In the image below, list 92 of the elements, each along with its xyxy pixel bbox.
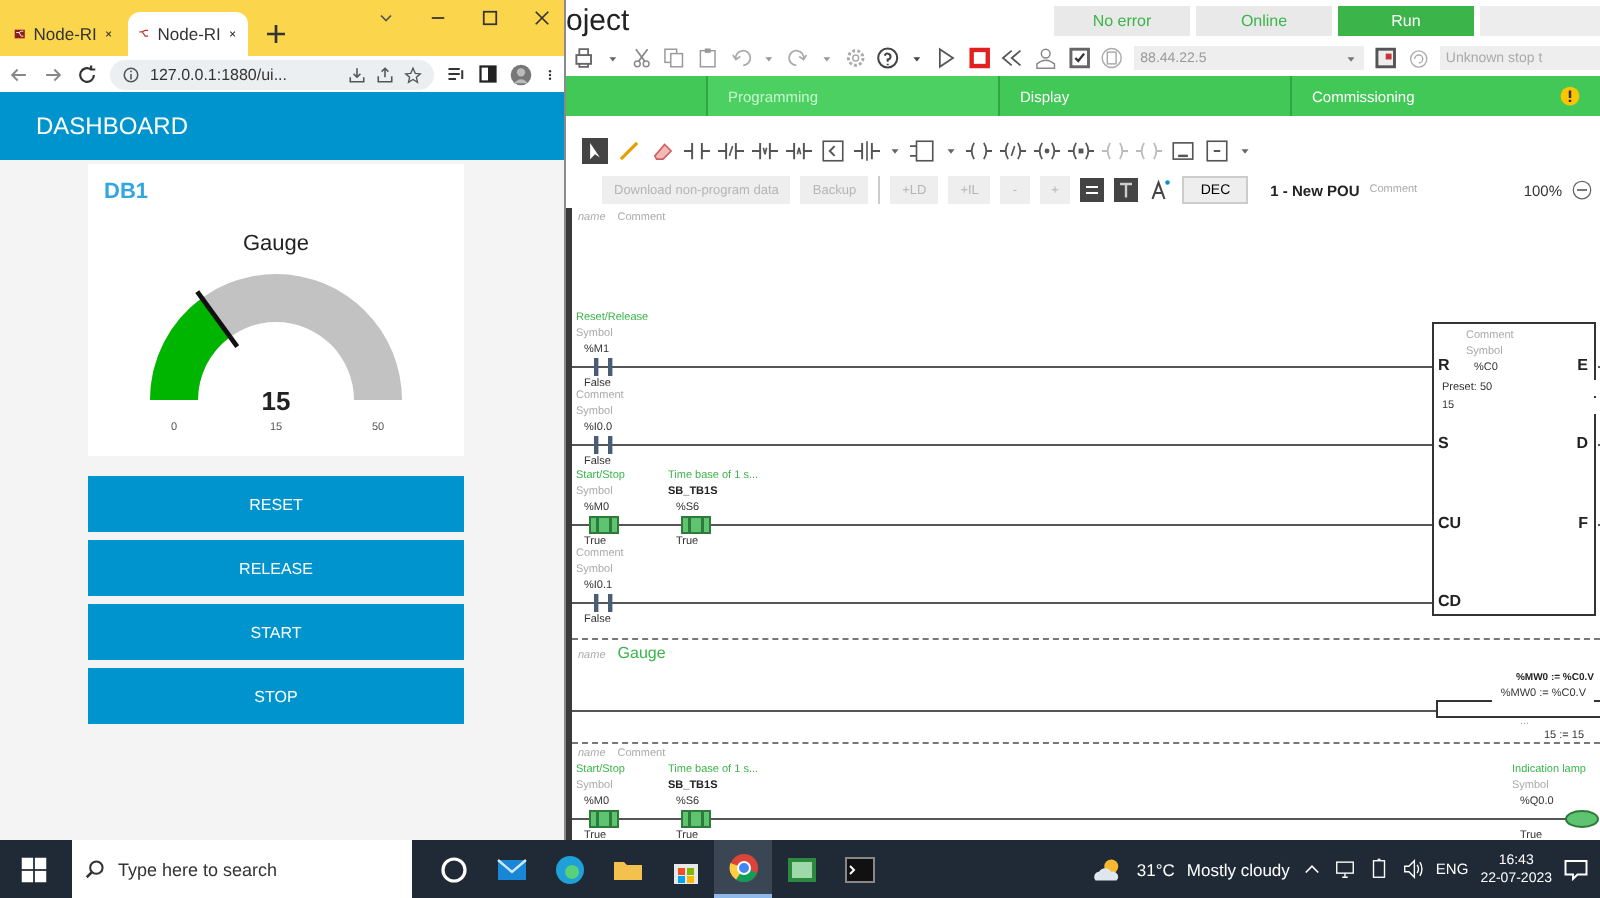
block-output-label: E xyxy=(1577,356,1588,374)
window-icon[interactable] xyxy=(1374,46,1399,70)
checkbox-icon[interactable] xyxy=(1067,46,1091,70)
new-tab-icon[interactable] xyxy=(264,22,288,46)
group-title: DB1 xyxy=(102,180,151,204)
dashboard-button[interactable]: RESET xyxy=(88,476,464,532)
media-icon[interactable] xyxy=(446,64,466,84)
block-output-label: F xyxy=(1578,514,1588,532)
weather-condition: Mostly cloudy xyxy=(1186,859,1290,879)
block-input-label: R xyxy=(1438,356,1450,374)
gauge-needle xyxy=(195,290,240,348)
globe-icon xyxy=(553,853,585,885)
browser-icon xyxy=(727,851,759,883)
close-icon[interactable] xyxy=(228,26,238,42)
help-icon[interactable] xyxy=(876,46,901,70)
back-icon[interactable] xyxy=(8,63,30,85)
text-view-icon[interactable] xyxy=(1114,178,1139,202)
gauge-value: 15 xyxy=(261,386,291,416)
zoom-out-icon[interactable] xyxy=(1572,180,1592,200)
status-indicator: Online xyxy=(1196,5,1332,35)
reload-icon[interactable] xyxy=(76,63,98,85)
coil-icon[interactable] xyxy=(1068,137,1094,163)
contact-icon[interactable] xyxy=(718,137,744,163)
caret-icon[interactable] xyxy=(1238,143,1252,157)
person-icon[interactable] xyxy=(1034,46,1058,70)
install-icon[interactable] xyxy=(348,65,366,83)
mail-icon xyxy=(495,853,527,885)
flow-icon xyxy=(14,24,26,44)
maximize-icon[interactable] xyxy=(480,8,500,28)
speaker-icon[interactable] xyxy=(1401,858,1424,880)
print-icon[interactable] xyxy=(572,46,596,70)
caret-icon[interactable] xyxy=(910,51,924,65)
info-icon[interactable] xyxy=(122,65,140,83)
close-icon[interactable] xyxy=(532,8,552,28)
network-icon[interactable] xyxy=(1333,858,1356,880)
block-input-label: CD xyxy=(1438,592,1462,610)
coil-icon[interactable] xyxy=(966,137,992,163)
rung-comment: Gauge xyxy=(617,644,666,662)
sidebar-icon[interactable] xyxy=(478,64,498,84)
address-bar[interactable]: 127.0.0.1:1880/ui... xyxy=(110,59,434,89)
contact-icon[interactable] xyxy=(684,137,710,163)
search-icon xyxy=(84,858,106,880)
coil-icon[interactable] xyxy=(1000,137,1026,163)
search-field[interactable]: Type here to search xyxy=(72,840,412,898)
coil-icon[interactable] xyxy=(1034,137,1060,163)
pointer-icon[interactable] xyxy=(582,137,608,163)
window-title: oject xyxy=(566,3,632,37)
rewind-icon[interactable] xyxy=(1000,46,1025,70)
dashboard-button[interactable]: RELEASE xyxy=(88,540,464,596)
copy-icon[interactable] xyxy=(662,46,686,70)
share-icon[interactable] xyxy=(376,65,394,83)
avatar-icon[interactable] xyxy=(510,63,532,85)
block-input-label: S xyxy=(1438,434,1449,452)
temperature: 31°C xyxy=(1136,859,1175,879)
cut-icon[interactable] xyxy=(629,46,653,70)
comment-view-icon[interactable] xyxy=(1080,178,1105,202)
contact-icon[interactable] xyxy=(752,137,778,163)
terminal-icon xyxy=(843,853,875,885)
forward-icon[interactable] xyxy=(42,63,64,85)
windows-icon[interactable] xyxy=(20,855,48,883)
compare-block-icon[interactable] xyxy=(820,137,846,163)
operation-block-icon[interactable] xyxy=(1170,137,1196,163)
close-icon[interactable] xyxy=(104,26,114,42)
caret-icon[interactable] xyxy=(944,143,958,157)
stop-icon[interactable] xyxy=(967,46,991,70)
paste-icon[interactable] xyxy=(695,46,720,70)
battery-icon[interactable] xyxy=(1367,858,1390,880)
font-size-icon[interactable] xyxy=(1148,178,1173,202)
notification-icon[interactable] xyxy=(1564,857,1588,881)
status-indicator: Run xyxy=(1338,5,1474,35)
browser-tab[interactable]: Node-RI xyxy=(128,12,248,56)
status-indicator: No error xyxy=(1054,5,1190,35)
browser-tab[interactable]: Node-RI xyxy=(4,12,124,56)
taskbar-app[interactable] xyxy=(714,840,772,898)
block-output-label: D xyxy=(1576,434,1588,452)
dashboard-button[interactable]: START xyxy=(88,604,464,660)
function-block-icon[interactable] xyxy=(910,137,936,163)
spreadsheet-icon xyxy=(785,853,817,885)
contact-icon[interactable] xyxy=(786,137,812,163)
dashboard-button[interactable]: STOP xyxy=(88,668,464,724)
caret-icon[interactable] xyxy=(888,143,902,157)
dashboard-title: DASHBOARD xyxy=(36,112,189,140)
contact-group-icon[interactable] xyxy=(854,137,880,163)
task-view-icon xyxy=(437,853,469,885)
caret-icon[interactable] xyxy=(605,51,620,65)
play-icon[interactable] xyxy=(933,46,958,70)
gauge-fill xyxy=(150,298,231,400)
gauge-title: Gauge xyxy=(240,232,312,256)
box-icon[interactable] xyxy=(1204,137,1230,163)
star-icon[interactable] xyxy=(404,65,422,83)
block-input-label: CU xyxy=(1438,514,1462,532)
eraser-icon[interactable] xyxy=(650,137,676,163)
